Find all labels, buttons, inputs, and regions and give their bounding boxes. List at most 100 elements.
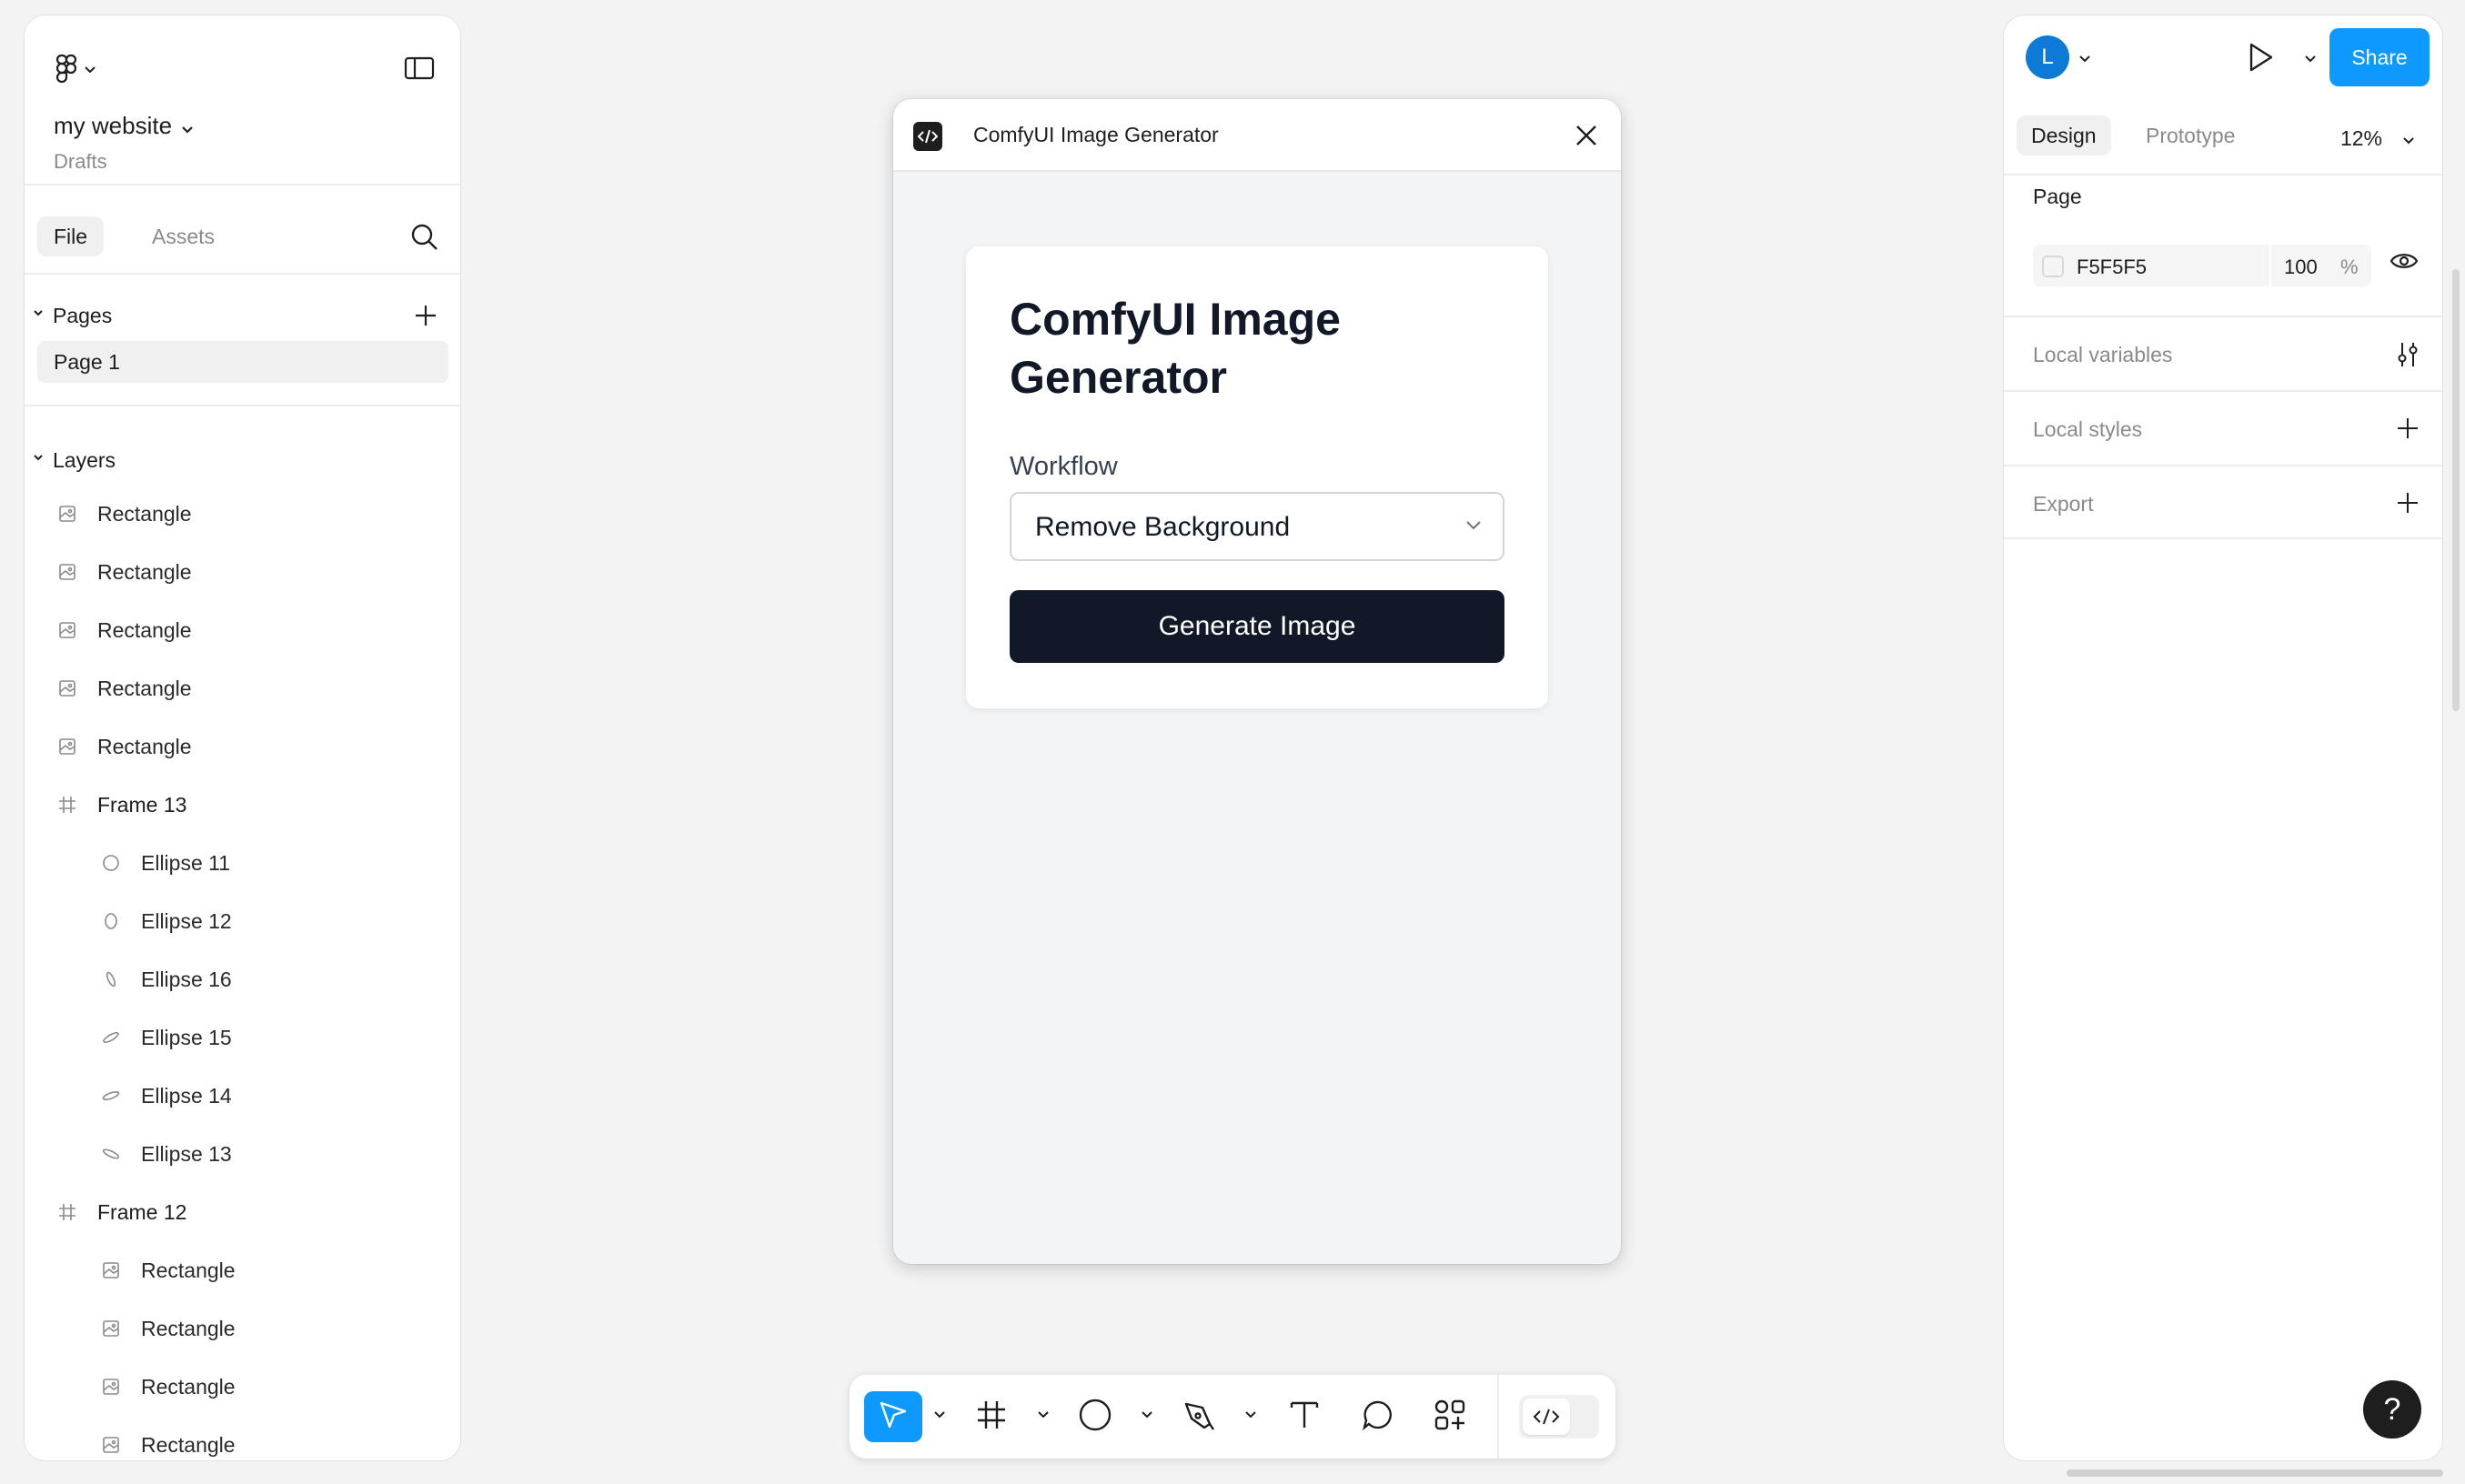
file-name-button[interactable]: my website xyxy=(54,112,194,140)
chevron-down-icon[interactable] xyxy=(2304,52,2317,68)
tab-prototype[interactable]: Prototype xyxy=(2131,115,2249,155)
ellipse-icon xyxy=(1078,1398,1112,1437)
zoom-level[interactable]: 12% xyxy=(2340,126,2382,151)
actions-button[interactable] xyxy=(1423,1391,1477,1442)
color-swatch[interactable] xyxy=(2042,256,2064,277)
layer-row[interactable]: Rectangle xyxy=(25,1299,460,1358)
present-button[interactable] xyxy=(2248,41,2275,78)
layer-row[interactable]: Ellipse 11 xyxy=(25,834,460,892)
vertical-scrollbar[interactable] xyxy=(2452,269,2460,711)
layer-row[interactable]: Ellipse 14 xyxy=(25,1067,460,1125)
divider xyxy=(2269,245,2271,286)
layer-row[interactable]: Frame 13 xyxy=(25,776,460,834)
layer-label: Ellipse 12 xyxy=(141,908,232,933)
layers-section-header[interactable]: Layers xyxy=(25,440,460,480)
variables-icon[interactable] xyxy=(2395,341,2420,373)
page-background-field[interactable]: F5F5F5 100 % xyxy=(2033,245,2371,286)
file-name: my website xyxy=(54,112,173,139)
text-icon xyxy=(1289,1399,1320,1435)
share-button[interactable]: Share xyxy=(2329,28,2430,86)
chevron-down-icon[interactable] xyxy=(2078,52,2091,68)
layer-row[interactable]: Rectangle xyxy=(25,485,460,543)
chevron-down-icon[interactable] xyxy=(2402,134,2415,150)
layer-row[interactable]: Rectangle xyxy=(25,717,460,776)
plus-icon[interactable] xyxy=(2395,416,2420,446)
tab-file[interactable]: File xyxy=(37,216,105,256)
frame-tool-button[interactable] xyxy=(964,1391,1019,1442)
help-button[interactable]: ? xyxy=(2363,1380,2421,1439)
export-row[interactable]: Export xyxy=(2004,465,2442,539)
design-tabs: Design Prototype 12% xyxy=(2004,103,2442,175)
background-hex[interactable]: F5F5F5 xyxy=(2077,256,2147,279)
divider xyxy=(1497,1375,1499,1459)
shape-tool-button[interactable] xyxy=(1068,1391,1122,1442)
close-button[interactable] xyxy=(1574,123,1599,148)
comment-tool-button[interactable] xyxy=(1350,1391,1404,1442)
layer-row[interactable]: Rectangle xyxy=(25,1241,460,1299)
ellipse-icon xyxy=(101,853,121,873)
add-page-button[interactable] xyxy=(413,303,438,333)
toggle-sidebar-button[interactable] xyxy=(404,55,435,81)
visibility-toggle[interactable] xyxy=(2390,250,2419,276)
bottom-toolbar xyxy=(850,1375,1615,1459)
tab-assets[interactable]: Assets xyxy=(136,216,231,256)
layer-row[interactable]: Rectangle xyxy=(25,543,460,601)
preview-title-bar: ComfyUI Image Generator xyxy=(893,99,1621,172)
chevron-down-icon[interactable] xyxy=(933,1408,946,1424)
avatar[interactable]: L xyxy=(2026,35,2069,79)
ellipse-icon xyxy=(101,911,121,931)
layer-row[interactable]: Ellipse 12 xyxy=(25,892,460,950)
layer-row[interactable]: Rectangle xyxy=(25,1416,460,1460)
background-opacity[interactable]: 100 xyxy=(2284,256,2318,279)
dev-mode-toggle[interactable] xyxy=(1519,1395,1599,1439)
local-variables-row[interactable]: Local variables xyxy=(2004,316,2442,390)
pages-header: Pages xyxy=(53,303,113,327)
layer-label: Rectangle xyxy=(97,617,192,642)
layer-label: Rectangle xyxy=(97,734,192,758)
search-button[interactable] xyxy=(409,222,440,253)
pen-icon xyxy=(1182,1399,1215,1436)
layer-row[interactable]: Ellipse 15 xyxy=(25,1008,460,1067)
file-location[interactable]: Drafts xyxy=(54,150,107,174)
figma-logo-icon xyxy=(55,54,77,87)
layer-row[interactable]: Ellipse 13 xyxy=(25,1125,460,1183)
divider xyxy=(25,405,460,406)
preview-title: ComfyUI Image Generator xyxy=(973,123,1219,146)
layer-label: Ellipse 11 xyxy=(141,850,231,875)
layer-row[interactable]: Rectangle xyxy=(25,659,460,717)
layer-label: Rectangle xyxy=(141,1374,236,1399)
page-item[interactable]: Page 1 xyxy=(37,341,448,383)
dev-mode-icon xyxy=(1523,1399,1570,1435)
text-tool-button[interactable] xyxy=(1277,1391,1332,1442)
plus-icon[interactable] xyxy=(2395,490,2420,520)
local-styles-label: Local styles xyxy=(2033,417,2143,441)
workflow-label: Workflow xyxy=(1010,452,1118,481)
ellipse-icon xyxy=(101,1028,121,1048)
generator-card: ComfyUI Image Generator Workflow Remove … xyxy=(966,246,1548,708)
pages-section-header[interactable]: Pages xyxy=(25,296,460,336)
main-menu-button[interactable] xyxy=(50,50,106,90)
layer-row[interactable]: Rectangle xyxy=(25,601,460,659)
tab-design[interactable]: Design xyxy=(2017,115,2111,155)
chevron-down-icon[interactable] xyxy=(1244,1408,1257,1424)
pen-tool-button[interactable] xyxy=(1172,1391,1226,1442)
actions-icon xyxy=(1434,1399,1466,1436)
layer-row[interactable]: Frame 12 xyxy=(25,1183,460,1241)
layer-row[interactable]: Rectangle xyxy=(25,1358,460,1416)
ellipse-icon xyxy=(101,969,121,989)
horizontal-scrollbar[interactable] xyxy=(2067,1469,2443,1477)
left-tabs: File Assets xyxy=(25,186,460,275)
layer-row[interactable]: Ellipse 16 xyxy=(25,950,460,1008)
layer-label: Rectangle xyxy=(141,1432,236,1457)
layer-label: Rectangle xyxy=(97,501,192,526)
image-icon xyxy=(101,1260,121,1280)
chevron-down-icon[interactable] xyxy=(1037,1408,1050,1424)
generate-image-button[interactable]: Generate Image xyxy=(1010,590,1504,663)
layer-label: Rectangle xyxy=(141,1258,236,1282)
move-icon xyxy=(878,1399,909,1435)
local-styles-row[interactable]: Local styles xyxy=(2004,390,2442,465)
chevron-down-icon[interactable] xyxy=(1141,1408,1153,1424)
move-tool-button[interactable] xyxy=(864,1391,922,1442)
workflow-select[interactable]: Remove Background xyxy=(1010,492,1504,561)
layer-label: Ellipse 15 xyxy=(141,1025,232,1049)
